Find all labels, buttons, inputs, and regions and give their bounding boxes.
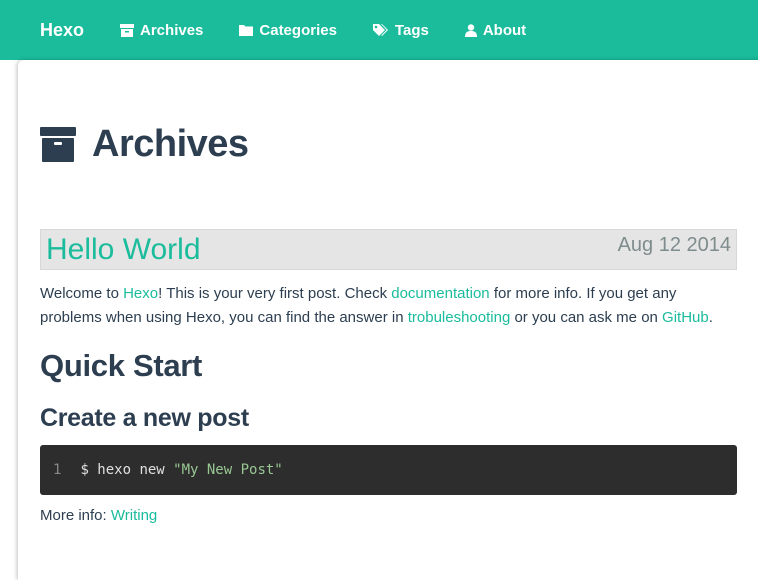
nav-item-label: Tags [394, 21, 429, 39]
nav-item-categories[interactable]: Categories [239, 22, 337, 39]
post-title-link[interactable]: Hello World [46, 230, 201, 270]
post-intro-paragraph: Welcome to Hexo! This is your very first… [40, 282, 740, 330]
code-line-number: 1 [53, 462, 62, 478]
tags-icon [372, 23, 388, 36]
folder-icon [239, 25, 254, 36]
more-info-label: More info: [40, 507, 111, 524]
top-navbar: Hexo Archives Categories Tags About [0, 0, 758, 60]
post-date: Aug 12 2014 [617, 234, 731, 256]
nav-item-label: Categories [259, 21, 337, 39]
intro-text: . [708, 309, 713, 326]
intro-text: Welcome to [40, 285, 124, 302]
code-command: $ hexo new [80, 462, 174, 478]
hexo-link[interactable]: Hexo [123, 285, 158, 302]
nav-item-label: Archives [140, 21, 204, 39]
user-icon [464, 23, 477, 37]
page-title: Archives [92, 122, 249, 165]
nav-item-about[interactable]: About [464, 21, 527, 39]
intro-text: ! This is your very first post. Check [158, 285, 392, 302]
page-heading: Archives [40, 118, 249, 170]
brand-link[interactable]: Hexo [40, 20, 84, 41]
documentation-link[interactable]: documentation [391, 285, 489, 302]
troubleshooting-link[interactable]: trobuleshooting [408, 309, 511, 326]
post-header: Hello World Aug 12 2014 [40, 229, 737, 270]
nav-item-tags[interactable]: Tags [372, 21, 429, 39]
intro-text: or you can ask me on [510, 309, 663, 326]
writing-link[interactable]: Writing [111, 507, 157, 524]
nav-item-label: About [482, 21, 527, 39]
code-string-argument: "My New Post" [173, 462, 283, 478]
nav-item-archives[interactable]: Archives [120, 22, 203, 39]
code-block: 1 $ hexo new "My New Post" [40, 445, 737, 495]
archive-icon [120, 23, 135, 37]
subsection-heading-create-post: Create a new post [40, 404, 249, 432]
github-link[interactable]: GitHub [662, 309, 709, 326]
section-heading-quick-start: Quick Start [40, 348, 203, 383]
archive-icon [40, 126, 76, 162]
more-info-line: More info: Writing [40, 505, 157, 527]
